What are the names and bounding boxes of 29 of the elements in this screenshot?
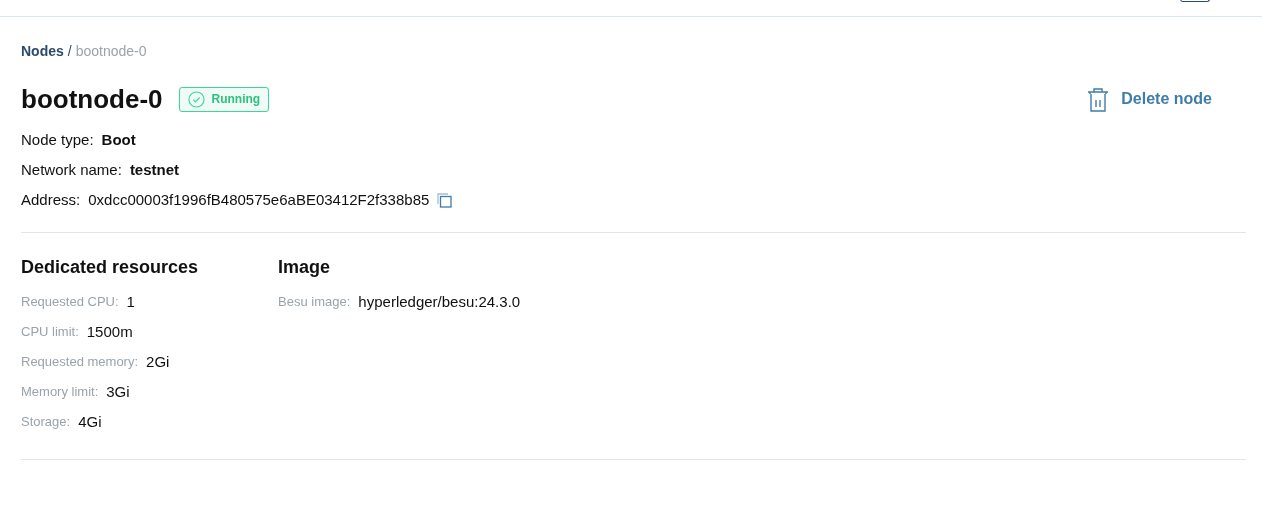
resource-value: 1500m — [86, 321, 133, 342]
breadcrumb-current: bootnode-0 — [75, 41, 147, 61]
section-title: Image — [278, 255, 332, 279]
resource-label: Requested CPU: — [21, 293, 119, 312]
resource-value: 2Gi — [146, 351, 170, 372]
page-title: bootnode-0 — [21, 82, 163, 116]
copy-icon[interactable] — [437, 192, 453, 208]
breadcrumb-separator: / — [67, 41, 72, 61]
trash-icon — [1087, 86, 1110, 112]
resource-value: 3Gi — [106, 381, 130, 402]
resource-value: 1 — [126, 291, 135, 312]
resource-label: Requested memory: — [21, 353, 139, 372]
detail-label: Address: — [21, 189, 81, 210]
detail-value: testnet — [129, 159, 180, 180]
resource-label: Storage: — [21, 413, 71, 432]
detail-value: 0xdcc00003f1996fB480575e6aBE03412F2f338b85 — [88, 189, 430, 210]
detail-value: Boot — [101, 129, 136, 150]
status-badge: Running — [178, 86, 270, 112]
resource-value: hyperledger/besu:24.3.0 — [358, 291, 521, 312]
detail-label: Node type: — [21, 129, 94, 150]
resource-label: Besu image: — [278, 293, 351, 312]
delete-node-button[interactable]: Delete node — [1087, 86, 1212, 112]
resource-label: CPU limit: — [21, 323, 79, 342]
resource-value: 4Gi — [78, 411, 102, 432]
check-circle-icon — [187, 90, 205, 108]
resource-label: Memory limit: — [21, 383, 99, 402]
breadcrumb-link[interactable]: Nodes — [21, 40, 64, 62]
section-title: Dedicated resources — [21, 255, 199, 279]
detail-label: Network name: — [21, 159, 122, 180]
